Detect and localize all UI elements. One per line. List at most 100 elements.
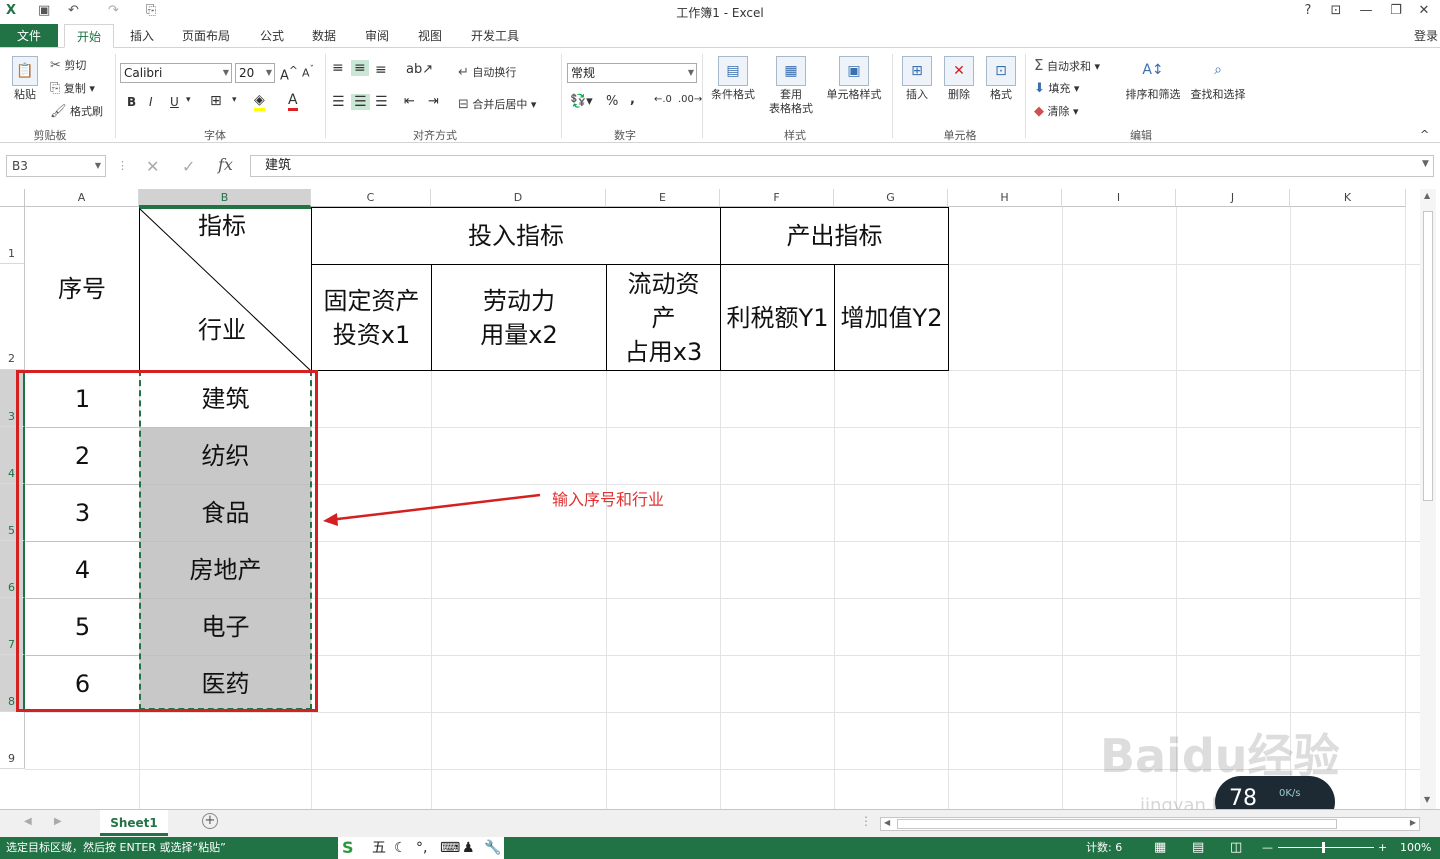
moon-icon[interactable]: ☾ — [394, 837, 407, 859]
tab-home[interactable]: 开始 — [64, 24, 114, 48]
row-header-2[interactable]: 2 — [0, 264, 25, 370]
insert-cells-button[interactable]: ⊞ 插入 — [898, 56, 936, 102]
decrease-indent-icon[interactable]: ⇤ — [404, 94, 415, 109]
sheet-tab-sheet1[interactable]: Sheet1 — [100, 810, 168, 836]
column-header-d[interactable]: D — [431, 189, 606, 207]
scroll-left-icon[interactable]: ◀ — [884, 818, 890, 827]
ribbon-display-icon[interactable]: ⊡ — [1326, 3, 1346, 18]
cell-e2[interactable]: 流动资产占用x3 — [606, 264, 721, 371]
enter-icon[interactable]: ✓ — [182, 157, 195, 176]
borders-icon[interactable]: ⊞ — [210, 93, 222, 109]
wrap-text-button[interactable]: ↵ 自动换行 — [458, 64, 516, 80]
grow-font-icon[interactable]: A^ — [280, 64, 298, 83]
comma-button[interactable]: , — [630, 92, 635, 107]
column-header-g[interactable]: G — [834, 189, 948, 207]
cell-b1-diagonal-header[interactable]: 指标 行业 — [139, 207, 312, 371]
align-middle-icon[interactable]: ≡ — [351, 60, 369, 76]
sort-filter-button[interactable]: A↕ 排序和筛选 — [1120, 56, 1186, 102]
zoom-out-icon[interactable]: — — [1262, 837, 1273, 859]
punctuation-icon[interactable]: °, — [416, 837, 427, 859]
conditional-format-button[interactable]: ▤ 条件格式 — [706, 56, 760, 102]
merge-center-button[interactable]: ⊟ 合并后居中 ▾ — [458, 96, 536, 112]
find-select-button[interactable]: ⌕ 查找和选择 — [1186, 56, 1250, 102]
close-icon[interactable]: ✕ — [1414, 3, 1434, 18]
paste-button[interactable]: 📋 粘贴 — [6, 56, 44, 102]
cell-g2[interactable]: 增加值Y2 — [834, 264, 949, 371]
fill-button[interactable]: ⬇ 填充 ▾ — [1034, 80, 1079, 96]
add-sheet-icon[interactable]: + — [202, 813, 218, 829]
cell-output-header[interactable]: 产出指标 — [720, 207, 949, 265]
vertical-scrollbar[interactable]: ▲ ▼ — [1420, 189, 1436, 809]
font-name-combo[interactable]: Calibri ▼ — [120, 63, 232, 83]
tab-insert[interactable]: 插入 — [122, 24, 162, 48]
ime-toolbar[interactable]: S 五 ☾ °, ⌨ ♟ 🔧 — [338, 837, 504, 859]
column-header-a[interactable]: A — [25, 189, 139, 207]
tab-view[interactable]: 视图 — [410, 24, 450, 48]
select-all-button[interactable] — [0, 189, 25, 207]
page-layout-icon[interactable]: ▤ — [1192, 837, 1204, 859]
clear-button[interactable]: ◆ 清除 ▾ — [1034, 103, 1079, 119]
prev-sheet-icon[interactable]: ◀ — [24, 816, 32, 827]
tab-formulas[interactable]: 公式 — [252, 24, 292, 48]
cell-a1-seq-header[interactable]: 序号 — [25, 207, 140, 371]
column-header-b[interactable]: B — [139, 189, 311, 207]
scroll-thumb[interactable] — [897, 819, 1337, 829]
login-link[interactable]: 登录 — [1414, 24, 1438, 48]
user-icon[interactable]: ♟ — [462, 837, 475, 859]
decrease-decimal-icon[interactable]: .00→ — [678, 94, 702, 105]
bold-button[interactable]: B — [127, 95, 136, 109]
format-cells-button[interactable]: ⊡ 格式 — [982, 56, 1020, 102]
borders-dropdown-icon[interactable]: ▾ — [232, 95, 237, 105]
autosum-button[interactable]: Σ 自动求和 ▾ — [1034, 56, 1100, 74]
tab-page-layout[interactable]: 页面布局 — [174, 24, 238, 48]
zoom-slider[interactable] — [1278, 847, 1374, 848]
underline-dropdown-icon[interactable]: ▾ — [186, 95, 191, 105]
orientation-icon[interactable]: ab↗ — [406, 62, 433, 77]
align-left-icon[interactable]: ☰ — [332, 94, 345, 110]
delete-cells-button[interactable]: ✕ 删除 — [940, 56, 978, 102]
page-break-icon[interactable]: ◫ — [1230, 837, 1242, 859]
italic-button[interactable]: I — [149, 95, 153, 109]
column-header-j[interactable]: J — [1176, 189, 1290, 207]
align-right-icon[interactable]: ☰ — [375, 94, 388, 110]
next-sheet-icon[interactable]: ▶ — [54, 816, 62, 827]
cell-input-header[interactable]: 投入指标 — [311, 207, 721, 265]
font-color-icon[interactable]: A — [288, 92, 298, 111]
normal-view-icon[interactable]: ▦ — [1154, 837, 1166, 859]
tab-file[interactable]: 文件 — [0, 24, 58, 48]
cell-c2[interactable]: 固定资产 投资x1 — [311, 264, 432, 371]
sogou-icon[interactable]: S — [342, 837, 354, 859]
name-box[interactable]: B3 ▼ — [6, 155, 106, 177]
scroll-right-icon[interactable]: ▶ — [1410, 818, 1416, 827]
format-painter-button[interactable]: 🖌 格式刷 — [50, 103, 103, 119]
column-header-k[interactable]: K — [1290, 189, 1406, 207]
fill-color-icon[interactable]: ◈ — [254, 92, 265, 111]
zoom-level[interactable]: 100% — [1400, 837, 1431, 859]
scroll-down-icon[interactable]: ▼ — [1424, 795, 1430, 804]
tab-data[interactable]: 数据 — [304, 24, 344, 48]
number-format-combo[interactable]: 常规 ▼ — [567, 63, 697, 83]
increase-indent-icon[interactable]: ⇥ — [428, 94, 439, 109]
cell-d2[interactable]: 劳动力 用量x2 — [431, 264, 607, 371]
cell-f2[interactable]: 利税额Y1 — [720, 264, 835, 371]
zoom-in-icon[interactable]: + — [1378, 837, 1387, 859]
zoom-slider-thumb[interactable] — [1322, 842, 1325, 853]
column-header-f[interactable]: F — [720, 189, 834, 207]
cancel-icon[interactable]: ✕ — [146, 157, 159, 176]
currency-icon[interactable]: 💱▾ — [570, 94, 593, 109]
cell-styles-button[interactable]: ▣ 单元格样式 — [822, 56, 886, 102]
scroll-up-icon[interactable]: ▲ — [1424, 191, 1430, 200]
shrink-font-icon[interactable]: Aˇ — [302, 64, 314, 80]
row-header-9[interactable]: 9 — [0, 712, 25, 769]
column-header-e[interactable]: E — [606, 189, 720, 207]
align-bottom-icon[interactable]: ≡ — [375, 62, 387, 78]
collapse-ribbon-icon[interactable]: ^ — [1420, 128, 1429, 141]
align-center-icon[interactable]: ☰ — [351, 94, 370, 110]
column-header-i[interactable]: I — [1062, 189, 1176, 207]
expand-formula-icon[interactable]: ▼ — [1422, 159, 1429, 169]
row-header-1[interactable]: 1 — [0, 207, 25, 264]
help-icon[interactable]: ? — [1298, 3, 1318, 18]
align-top-icon[interactable]: ≡ — [332, 60, 344, 76]
tab-developer[interactable]: 开发工具 — [463, 24, 527, 48]
increase-decimal-icon[interactable]: ←.0 — [654, 94, 672, 105]
